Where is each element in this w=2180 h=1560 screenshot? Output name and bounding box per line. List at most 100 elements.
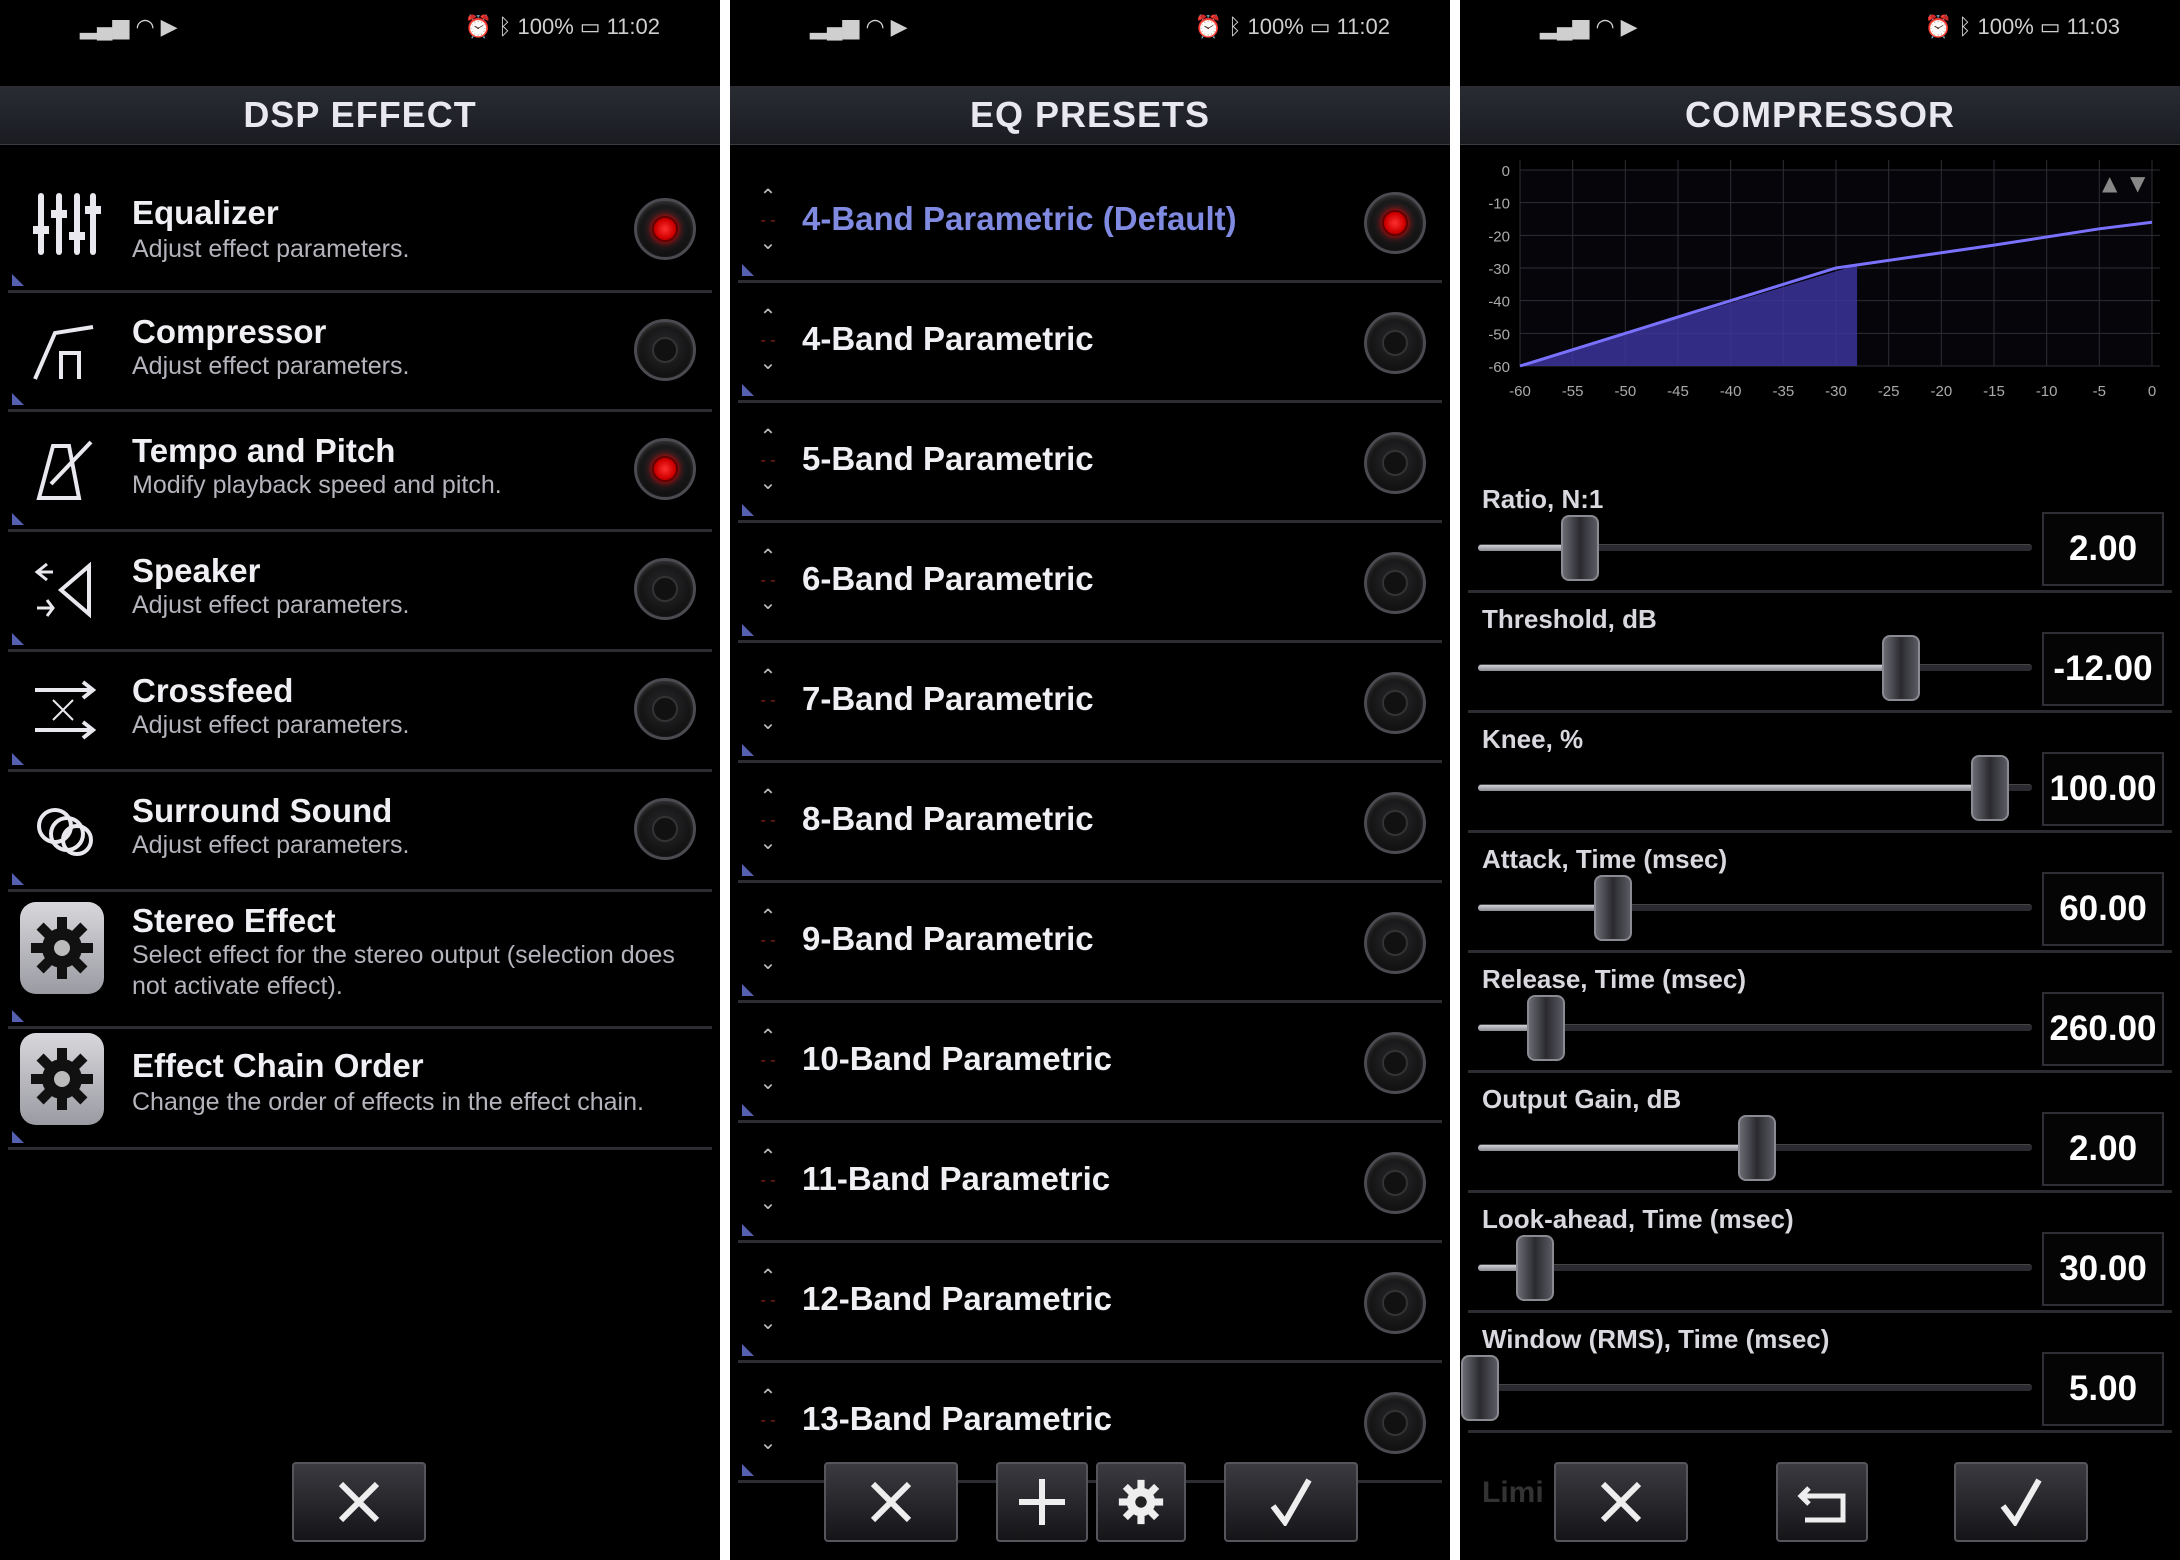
item-title: Crossfeed (132, 672, 294, 709)
preset-radio[interactable] (1364, 912, 1426, 974)
dsp-item-equalizer[interactable]: Equalizer Adjust effect parameters. (8, 162, 712, 293)
item-subtitle: Change the order of effects in the effec… (132, 1088, 644, 1116)
preset-item[interactable]: ⌃ - - ⌄ 4-Band Parametric (Default) (738, 162, 1442, 283)
bluetooth-icon: ᛒ (1958, 14, 1972, 39)
preset-item[interactable]: ⌃ - - ⌄ 7-Band Parametric (738, 642, 1442, 763)
parameter-slider[interactable] (1478, 875, 2032, 941)
dsp-item-effect-chain-order[interactable]: Effect Chain Order Change the order of e… (8, 1029, 712, 1150)
reorder-arrows-icon[interactable]: ⌃ - - ⌄ (748, 666, 788, 734)
parameter-value[interactable]: -12.00 (2042, 632, 2164, 706)
dsp-item-surround[interactable]: Surround Sound Adjust effect parameters. (8, 772, 712, 892)
preset-radio[interactable] (1364, 1032, 1426, 1094)
parameter-slider[interactable] (1478, 755, 2032, 821)
item-subtitle: Modify playback speed and pitch. (132, 471, 502, 499)
surround-toggle[interactable] (634, 798, 696, 860)
preset-item[interactable]: ⌃ - - ⌄ 8-Band Parametric (738, 762, 1442, 883)
parameter-value[interactable]: 5.00 (2042, 1352, 2164, 1426)
preset-radio[interactable] (1364, 672, 1426, 734)
compressor-toggle[interactable] (634, 319, 696, 381)
dsp-item-compressor[interactable]: Compressor Adjust effect parameters. (8, 293, 712, 412)
slider-thumb[interactable] (1738, 1115, 1776, 1181)
parameter-slider[interactable] (1478, 515, 2032, 581)
item-subtitle: Adjust effect parameters. (132, 352, 410, 380)
corner-marker (742, 1224, 754, 1236)
parameter-slider[interactable] (1478, 1235, 2032, 1301)
equalizer-toggle[interactable] (634, 198, 696, 260)
parameter-value[interactable]: 260.00 (2042, 992, 2164, 1066)
parameter-slider[interactable] (1478, 635, 2032, 701)
confirm-button[interactable] (1954, 1462, 2088, 1542)
confirm-button[interactable] (1224, 1462, 1358, 1542)
preset-item[interactable]: ⌃ - - ⌄ 10-Band Parametric (738, 1002, 1442, 1123)
reorder-arrows-icon[interactable]: ⌃ - - ⌄ (748, 1026, 788, 1094)
close-button[interactable] (824, 1462, 958, 1542)
x-tick-label: -60 (1509, 383, 1531, 400)
preset-item[interactable]: ⌃ - - ⌄ 5-Band Parametric (738, 402, 1442, 523)
preset-radio[interactable] (1364, 1152, 1426, 1214)
parameter-value[interactable]: 100.00 (2042, 752, 2164, 826)
reorder-arrows-icon[interactable]: ⌃ - - ⌄ (748, 906, 788, 974)
preset-radio[interactable] (1364, 312, 1426, 374)
slider-thumb[interactable] (1882, 635, 1921, 701)
preset-item[interactable]: ⌃ - - ⌄ 12-Band Parametric (738, 1242, 1442, 1363)
item-title: Tempo and Pitch (132, 432, 396, 469)
reorder-arrows-icon[interactable]: ⌃ - - ⌄ (748, 306, 788, 374)
x-tick-label: -30 (1825, 383, 1847, 400)
preset-item[interactable]: ⌃ - - ⌄ 4-Band Parametric (738, 282, 1442, 403)
crossfeed-toggle[interactable] (634, 678, 696, 740)
preset-radio[interactable] (1364, 1392, 1426, 1454)
preset-item[interactable]: ⌃ - - ⌄ 9-Band Parametric (738, 882, 1442, 1003)
preset-radio[interactable] (1364, 432, 1426, 494)
gear-icon-wrap (20, 902, 104, 994)
preset-radio[interactable] (1364, 192, 1426, 254)
preset-radio[interactable] (1364, 552, 1426, 614)
reorder-arrows-icon[interactable]: ⌃ - - ⌄ (748, 1386, 788, 1454)
reorder-arrows-icon[interactable]: ⌃ - - ⌄ (748, 426, 788, 494)
parameter-row: Threshold, dB -12.00 (1468, 592, 2172, 713)
preset-radio[interactable] (1364, 1272, 1426, 1334)
slider-thumb[interactable] (1970, 755, 2009, 821)
parameter-value[interactable]: 2.00 (2042, 512, 2164, 586)
speaker-toggle[interactable] (634, 558, 696, 620)
bluetooth-icon: ᛒ (498, 14, 512, 39)
slider-thumb[interactable] (1461, 1355, 1499, 1421)
dsp-item-stereo-effect[interactable]: Stereo Effect Select effect for the ster… (8, 892, 712, 1029)
slider-thumb[interactable] (1516, 1235, 1555, 1301)
reset-button[interactable] (1776, 1462, 1868, 1542)
preset-settings-button[interactable] (1096, 1462, 1186, 1542)
slider-thumb[interactable] (1593, 875, 1632, 941)
preset-item[interactable]: ⌃ - - ⌄ 11-Band Parametric (738, 1122, 1442, 1243)
corner-marker (12, 274, 24, 286)
slider-thumb[interactable] (1527, 995, 1566, 1061)
preset-item[interactable]: ⌃ - - ⌄ 6-Band Parametric (738, 522, 1442, 643)
tempo-pitch-toggle[interactable] (634, 438, 696, 500)
slider-thumb[interactable] (1560, 515, 1599, 581)
corner-marker (12, 753, 24, 765)
preset-radio[interactable] (1364, 792, 1426, 854)
reorder-arrows-icon[interactable]: ⌃ - - ⌄ (748, 786, 788, 854)
x-tick-label: 0 (2148, 383, 2156, 400)
parameter-value[interactable]: 30.00 (2042, 1232, 2164, 1306)
close-button[interactable] (1554, 1462, 1688, 1542)
parameter-label: Knee, % (1482, 724, 1584, 754)
parameter-value[interactable]: 2.00 (2042, 1112, 2164, 1186)
alarm-icon: ⏰ (1194, 14, 1223, 39)
parameter-value[interactable]: 60.00 (2042, 872, 2164, 946)
checkmark-icon (1270, 1478, 1312, 1526)
dsp-item-crossfeed[interactable]: Crossfeed Adjust effect parameters. (8, 652, 712, 772)
play-icon: ▶ (1620, 14, 1638, 39)
dsp-item-tempo-pitch[interactable]: Tempo and Pitch Modify playback speed an… (8, 412, 712, 532)
add-preset-button[interactable] (996, 1462, 1088, 1542)
reorder-arrows-icon[interactable]: ⌃ - - ⌄ (748, 186, 788, 254)
parameter-slider[interactable] (1461, 1355, 2032, 1421)
reorder-arrows-icon[interactable]: ⌃ - - ⌄ (748, 546, 788, 614)
parameter-slider[interactable] (1478, 1115, 2032, 1181)
close-button[interactable] (292, 1462, 426, 1542)
reorder-arrows-icon[interactable]: ⌃ - - ⌄ (748, 1146, 788, 1214)
dsp-item-speaker[interactable]: Speaker Adjust effect parameters. (8, 532, 712, 652)
gear-icon (1118, 1479, 1164, 1525)
signal-wifi-play-icons: ▂▄▆ ◠ ▶ (810, 14, 908, 40)
parameter-slider[interactable] (1478, 995, 2032, 1061)
reorder-arrows-icon[interactable]: ⌃ - - ⌄ (748, 1266, 788, 1334)
item-subtitle: Adjust effect parameters. (132, 235, 410, 263)
